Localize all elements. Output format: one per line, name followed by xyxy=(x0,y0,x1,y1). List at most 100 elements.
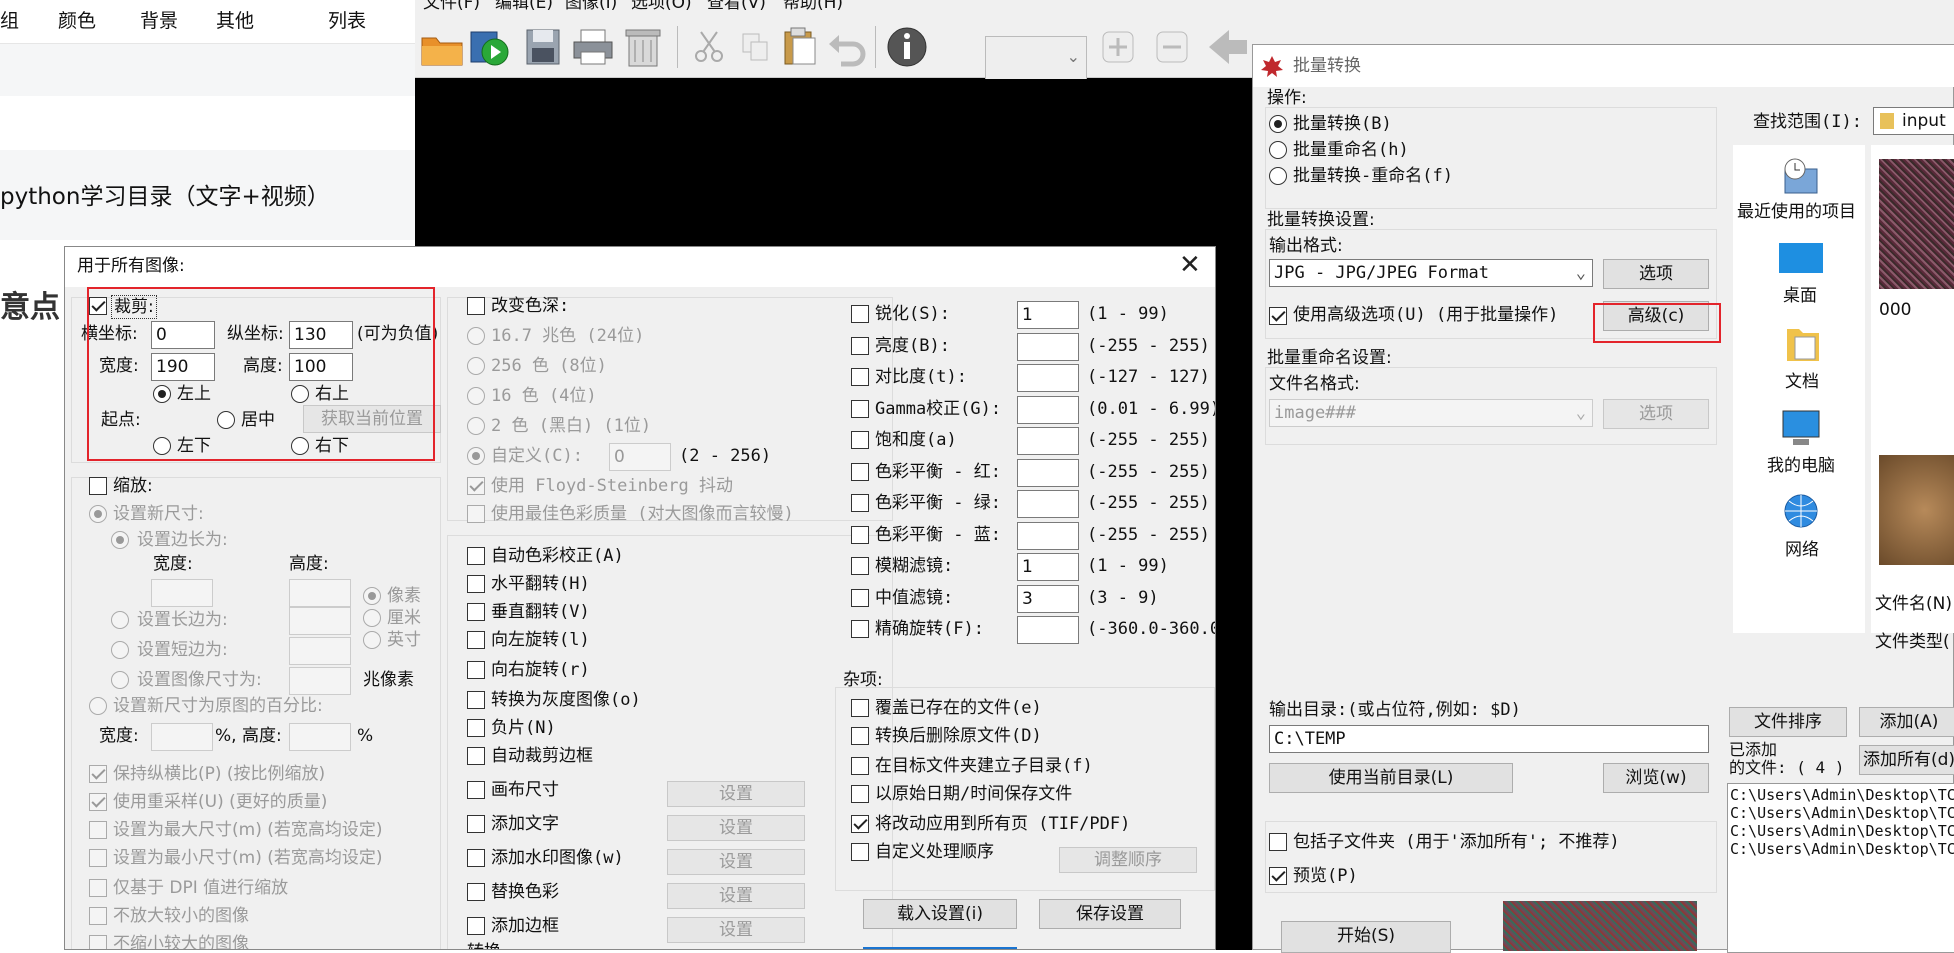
op-checkbox[interactable] xyxy=(467,575,485,593)
op-border-label[interactable]: 添加边框 xyxy=(491,915,559,937)
depth-8bit-label[interactable]: 256 色 (8位) xyxy=(491,355,607,377)
include-subfolder-checkbox[interactable] xyxy=(1269,833,1287,851)
adjust-checkbox[interactable] xyxy=(851,463,869,481)
fname-format-input[interactable]: image### ⌄ xyxy=(1269,399,1593,427)
op-checkbox[interactable] xyxy=(467,815,485,833)
depth-1bit-label[interactable]: 2 色 (黑白) (1位) xyxy=(491,415,651,437)
adjust-checkbox[interactable] xyxy=(851,620,869,638)
sort-files-button[interactable]: 文件排序 xyxy=(1729,707,1847,737)
misc-keep-date-checkbox[interactable] xyxy=(851,785,869,803)
op-checkbox[interactable] xyxy=(467,661,485,679)
paste-icon[interactable] xyxy=(777,24,823,70)
advanced-options-label[interactable]: 使用高级选项(U) (用于批量操作) xyxy=(1293,304,1558,326)
unit-pixel-radio[interactable] xyxy=(363,587,381,605)
op-watermark-label[interactable]: 添加水印图像(w) xyxy=(491,847,624,869)
zoom-out-icon[interactable] xyxy=(1149,26,1195,72)
resample-label[interactable]: 使用重采样(U) (更好的质量) xyxy=(113,791,327,813)
adjust-label[interactable]: 色彩平衡 - 蓝: xyxy=(875,524,1001,546)
misc-order-checkbox[interactable] xyxy=(851,843,869,861)
depth-4bit-label[interactable]: 16 色 (4位) xyxy=(491,385,597,407)
adjust-input[interactable] xyxy=(1017,522,1079,550)
depth-24bit-radio[interactable] xyxy=(467,327,485,345)
adjust-checkbox[interactable] xyxy=(851,431,869,449)
misc-all-pages-checkbox[interactable] xyxy=(851,815,869,833)
adjust-label[interactable]: 模糊滤镜: xyxy=(875,555,953,577)
adjust-input[interactable] xyxy=(1017,459,1079,487)
misc-subdir-label[interactable]: 在目标文件夹建立子目录(f) xyxy=(875,755,1093,777)
depth-label[interactable]: 改变色深: xyxy=(491,295,569,317)
look-in-select[interactable]: input xyxy=(1873,107,1954,135)
best-quality-label[interactable]: 使用最佳色彩质量 (对大图像而言较慢) xyxy=(491,503,794,525)
dpi-checkbox[interactable] xyxy=(89,879,107,897)
op-auto-color-label[interactable]: 自动色彩校正(A) xyxy=(491,545,624,567)
depth-custom-label[interactable]: 自定义(C): xyxy=(491,445,583,467)
adjust-input[interactable] xyxy=(1017,364,1079,392)
adjust-input[interactable]: 1 xyxy=(1017,553,1079,581)
op-convert-rename-label[interactable]: 批量转换-重命名(f) xyxy=(1293,165,1453,187)
file-list-area[interactable]: 000 xyxy=(1871,145,1954,633)
op-checkbox[interactable] xyxy=(467,917,485,935)
thumbnail-1[interactable] xyxy=(1879,159,1954,289)
menu-image[interactable]: 图像(I) xyxy=(565,0,617,14)
adjust-label[interactable]: 中值滤镜: xyxy=(875,587,953,609)
article-title[interactable]: python学习目录（文字+视频） xyxy=(0,182,330,212)
keep-ratio-checkbox[interactable] xyxy=(89,765,107,783)
preview-label[interactable]: 预览(P) xyxy=(1293,865,1358,887)
depth-1bit-radio[interactable] xyxy=(467,417,485,435)
adjust-checkbox[interactable] xyxy=(851,400,869,418)
place-network[interactable]: 网络 xyxy=(1785,539,1819,561)
menu-view[interactable]: 查看(V) xyxy=(707,0,766,14)
load-settings-button[interactable]: 载入设置(i) xyxy=(863,899,1017,929)
add-all-button[interactable]: 添加所有(d) xyxy=(1859,745,1954,775)
no-enlarge-label[interactable]: 不放大较小的图像 xyxy=(113,905,249,927)
misc-keep-date-label[interactable]: 以原始日期/时间保存文件 xyxy=(875,783,1072,805)
megapixel-input[interactable] xyxy=(289,667,351,695)
adjust-checkbox[interactable] xyxy=(851,337,869,355)
unit-cm-label[interactable]: 厘米 xyxy=(387,607,421,629)
add-button[interactable]: 添加(A) xyxy=(1859,707,1954,737)
undo-icon[interactable] xyxy=(825,26,871,72)
network-icon[interactable] xyxy=(1781,493,1821,538)
added-files-list[interactable]: C:\Users\Admin\Desktop\TC- C:\Users\Admi… xyxy=(1727,783,1954,953)
browse-button[interactable]: 浏览(w) xyxy=(1603,763,1709,793)
min-size-label[interactable]: 设置为最小尺寸(m) (若宽高均设定) xyxy=(113,847,383,869)
place-desktop[interactable]: 桌面 xyxy=(1783,285,1817,307)
long-side-label[interactable]: 设置长边为: xyxy=(137,609,228,631)
save-settings-button[interactable]: 保存设置 xyxy=(1039,899,1181,929)
op-checkbox[interactable] xyxy=(467,631,485,649)
depth-custom-input[interactable]: 0 xyxy=(609,443,671,471)
place-recent[interactable]: 最近使用的项目 xyxy=(1737,201,1856,223)
op-checkbox[interactable] xyxy=(467,603,485,621)
adjust-input[interactable] xyxy=(1017,333,1079,361)
adjust-input[interactable] xyxy=(1017,396,1079,424)
op-batch-rename-radio[interactable] xyxy=(1269,141,1287,159)
best-quality-checkbox[interactable] xyxy=(467,505,485,523)
bg-tab-2[interactable]: 背景 xyxy=(140,10,178,32)
adjust-label[interactable]: 锐化(S): xyxy=(875,303,950,325)
unit-inch-label[interactable]: 英寸 xyxy=(387,629,421,651)
prev-arrow-icon[interactable] xyxy=(1205,26,1251,72)
adjust-input[interactable] xyxy=(1017,616,1079,644)
no-shrink-label[interactable]: 不缩小较大的图像 xyxy=(113,933,249,949)
use-current-dir-button[interactable]: 使用当前目录(L) xyxy=(1269,763,1513,793)
op-checkbox[interactable] xyxy=(467,719,485,737)
short-side-input[interactable] xyxy=(289,637,351,665)
op-flip-h-label[interactable]: 水平翻转(H) xyxy=(491,573,590,595)
depth-4bit-radio[interactable] xyxy=(467,387,485,405)
op-rotate-left-label[interactable]: 向左旋转(l) xyxy=(491,629,590,651)
op-checkbox[interactable] xyxy=(467,883,485,901)
set-new-size-radio[interactable] xyxy=(89,505,107,523)
unit-cm-radio[interactable] xyxy=(363,609,381,627)
desktop-icon[interactable] xyxy=(1779,243,1823,273)
resize-checkbox[interactable] xyxy=(89,477,107,495)
depth-custom-radio[interactable] xyxy=(467,447,485,465)
megapixel-label[interactable]: 设置图像尺寸为: xyxy=(137,669,262,691)
adjust-label[interactable]: 精确旋转(F): xyxy=(875,618,984,640)
op-grayscale-label[interactable]: 转换为灰度图像(o) xyxy=(491,689,641,711)
zoom-dropdown[interactable]: ⌄ xyxy=(985,36,1087,80)
long-side-radio[interactable] xyxy=(111,611,129,629)
set-side-radio[interactable] xyxy=(111,531,129,549)
list-item[interactable]: C:\Users\Admin\Desktop\TC- xyxy=(1730,840,1954,858)
adjust-label[interactable]: 亮度(B): xyxy=(875,335,950,357)
no-enlarge-checkbox[interactable] xyxy=(89,907,107,925)
